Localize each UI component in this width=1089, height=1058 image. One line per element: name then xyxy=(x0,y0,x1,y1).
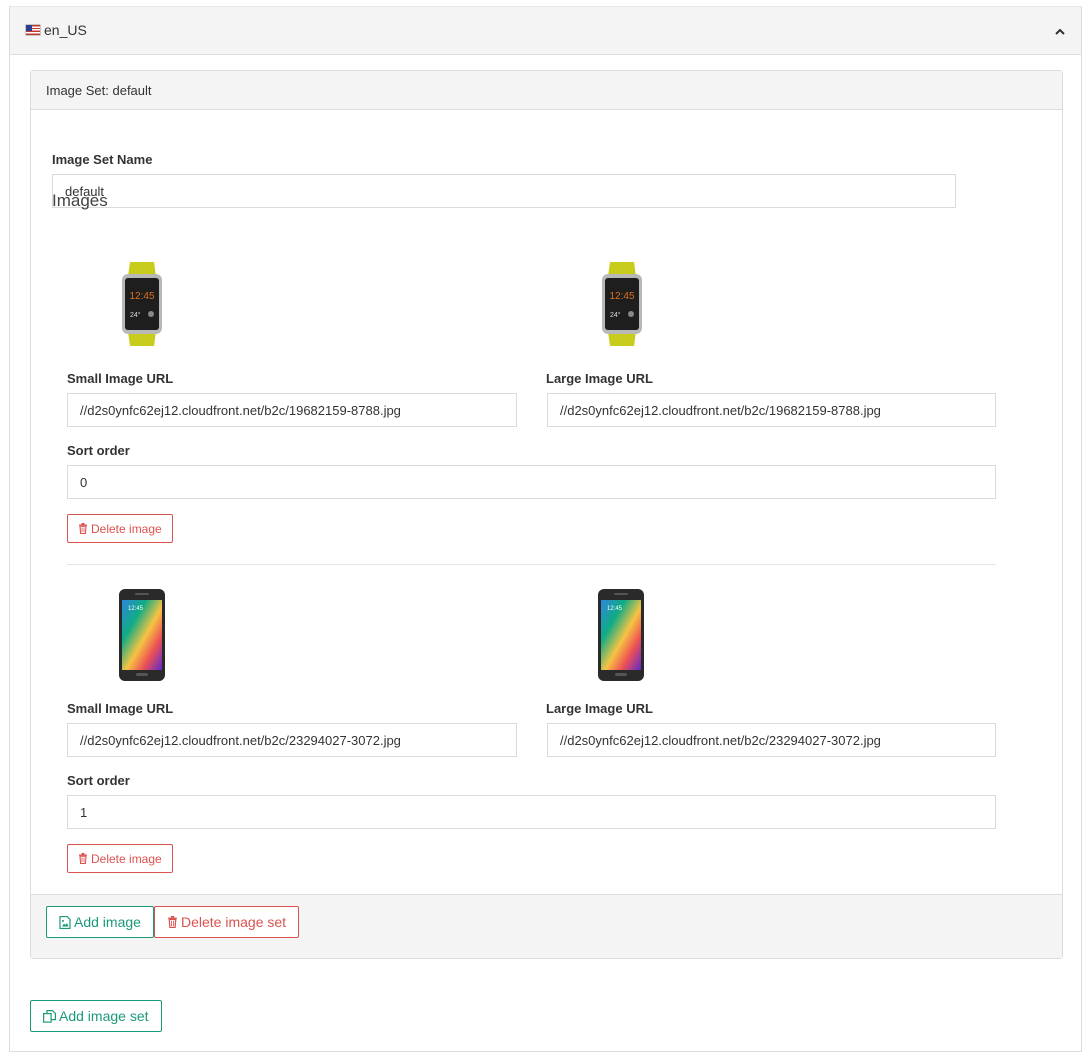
images-heading: Images xyxy=(52,191,108,210)
large-image-url-label: Large Image URL xyxy=(546,701,653,716)
delete-image-button[interactable]: Delete image xyxy=(67,844,173,873)
delete-image-label: Delete image xyxy=(91,521,162,536)
sort-order-label: Sort order xyxy=(67,773,130,788)
small-image-url-label: Small Image URL xyxy=(67,371,174,386)
sort-order-input[interactable] xyxy=(67,465,996,499)
large-image-url-input[interactable] xyxy=(547,393,996,427)
image-file-icon xyxy=(59,915,71,929)
image-set-title: Image Set: default xyxy=(46,83,152,98)
image-set-footer: Add image Delete image set xyxy=(31,894,1062,958)
copy-icon xyxy=(43,1009,56,1023)
trash-icon xyxy=(79,523,87,534)
locale-label: en_US xyxy=(44,22,87,38)
small-image-url-label: Small Image URL xyxy=(67,701,174,716)
delete-image-button[interactable]: Delete image xyxy=(67,514,173,543)
image-set-name-input[interactable] xyxy=(52,174,956,208)
svg-text:12:45: 12:45 xyxy=(607,606,623,612)
add-image-set-button[interactable]: Add image set xyxy=(30,1000,162,1032)
add-image-set-label: Add image set xyxy=(59,1008,149,1024)
svg-text:24°: 24° xyxy=(130,311,141,319)
image-set-name-label: Image Set Name xyxy=(52,152,153,167)
delete-image-label: Delete image xyxy=(91,851,162,866)
sort-order-label: Sort order xyxy=(67,443,130,458)
smartphone-image: 12:45 xyxy=(119,589,165,684)
svg-text:12:45: 12:45 xyxy=(129,291,154,302)
trash-icon xyxy=(79,853,87,864)
svg-text:12:45: 12:45 xyxy=(609,291,634,302)
image-set-panel: Image Set: default Image Set Name Images… xyxy=(30,70,1063,959)
svg-text:24°: 24° xyxy=(610,311,621,319)
delete-image-set-label: Delete image set xyxy=(181,914,287,930)
small-image-url-input[interactable] xyxy=(67,723,517,757)
us-flag-icon xyxy=(26,25,40,35)
smartphone-large-image: 12:45 xyxy=(598,589,644,684)
image-set-header: Image Set: default xyxy=(31,71,1062,110)
svg-text:12:45: 12:45 xyxy=(128,606,144,612)
trash-icon xyxy=(168,916,177,928)
locale-panel-header[interactable]: en_US xyxy=(10,7,1081,55)
chevron-up-icon[interactable] xyxy=(1053,25,1067,39)
smartwatch-large-image: 12:45 24° xyxy=(600,262,644,349)
add-image-label: Add image xyxy=(74,914,141,930)
add-image-button[interactable]: Add image xyxy=(46,906,154,938)
sort-order-input[interactable] xyxy=(67,795,996,829)
delete-image-set-button[interactable]: Delete image set xyxy=(154,906,300,938)
locale-panel: en_US Image Set: default Image Set Name … xyxy=(9,6,1082,1052)
large-image-url-input[interactable] xyxy=(547,723,996,757)
smartwatch-image: 12:45 24° xyxy=(120,262,164,349)
image-divider xyxy=(67,564,996,565)
small-image-url-input[interactable] xyxy=(67,393,517,427)
large-image-url-label: Large Image URL xyxy=(546,371,653,386)
